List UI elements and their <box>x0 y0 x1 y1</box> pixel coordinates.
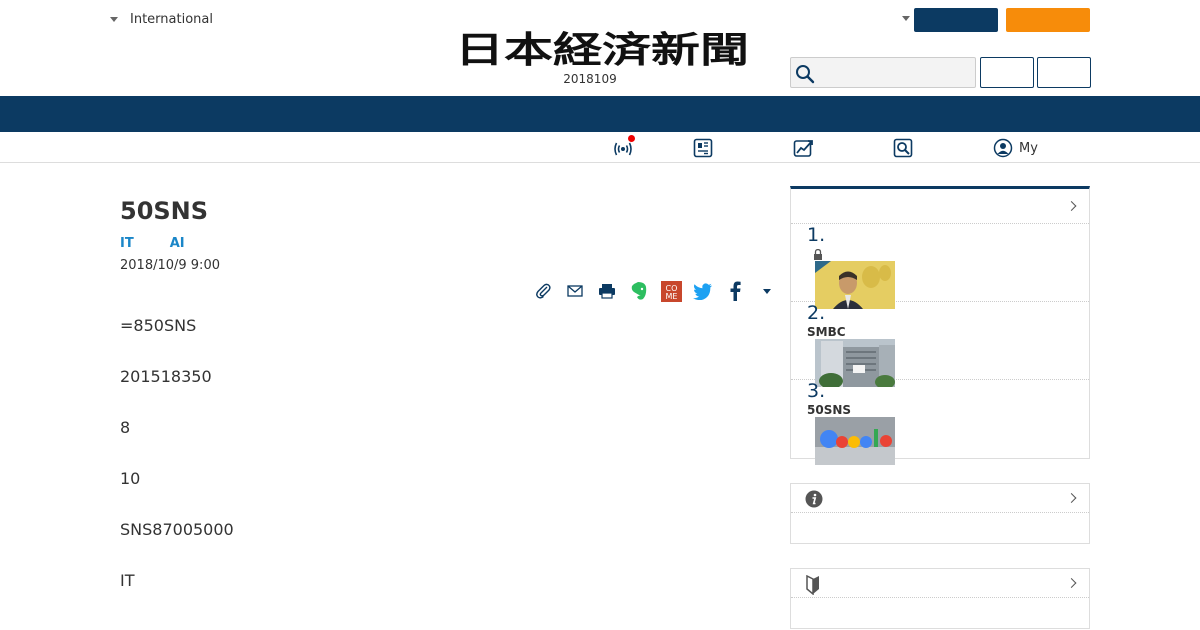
come-label: CO ME <box>665 284 677 301</box>
more-share-button[interactable] <box>751 278 783 304</box>
print-button[interactable] <box>591 278 623 304</box>
search-icon[interactable] <box>795 64 815 84</box>
beginner-mark-icon <box>806 575 819 595</box>
sub-nav-live[interactable] <box>612 135 635 159</box>
article-tags: IT AI <box>120 236 221 251</box>
chart-icon <box>793 140 813 157</box>
user-icon <box>993 138 1013 158</box>
caret-down-icon <box>110 17 118 22</box>
tag-it[interactable]: IT <box>120 236 134 251</box>
paperclip-icon <box>536 283 551 299</box>
printer-icon <box>599 284 615 299</box>
come-button[interactable]: CO ME <box>655 278 687 304</box>
info-box-header[interactable] <box>791 484 1089 513</box>
facebook-share-button[interactable] <box>719 278 751 304</box>
sub-nav-my[interactable]: My <box>993 137 1038 159</box>
beginner-box <box>790 568 1090 629</box>
tag-ai[interactable]: AI <box>170 236 185 251</box>
sub-nav-search[interactable] <box>893 137 913 159</box>
ranking-item[interactable]: 3. 50SNS <box>791 380 1089 465</box>
article-paragraph: 8 <box>120 418 131 437</box>
article-paragraph: IT <box>120 571 135 590</box>
nikkei-logo[interactable]: 日本経済新聞 <box>452 28 752 68</box>
ranking-item[interactable]: 1. <box>791 224 1089 309</box>
mail-icon <box>567 285 583 297</box>
edition-label: International <box>130 12 213 27</box>
caret-down-icon <box>763 288 771 294</box>
info-box <box>790 483 1090 544</box>
sub-nav-paper[interactable] <box>693 137 713 159</box>
login-button[interactable] <box>980 57 1034 88</box>
site-header: International 日本経済新聞 2018109 <box>0 0 1200 96</box>
article-paragraph: =850SNS <box>120 316 197 335</box>
my-label: My <box>1019 140 1038 156</box>
rank-thumbnail-logo-sign[interactable] <box>815 417 895 465</box>
rank-label: 50SNS <box>807 403 852 417</box>
edition-selector[interactable]: International <box>110 12 213 27</box>
share-toolbar: CO ME <box>527 278 783 304</box>
evernote-icon <box>631 282 647 300</box>
caret-down-icon[interactable] <box>902 16 910 21</box>
newspaper-icon <box>693 138 713 158</box>
beginner-box-header[interactable] <box>791 569 1089 598</box>
info-icon <box>805 490 823 508</box>
article-paragraph: 10 <box>120 469 141 488</box>
article-paragraph: SNS87005000 <box>120 520 234 539</box>
ranking-box: 1. 2. SMBC 3. 50SNS <box>790 186 1090 465</box>
search-frame-icon <box>893 138 913 158</box>
twitter-share-button[interactable] <box>687 278 719 304</box>
rank-number: 3. <box>807 380 826 402</box>
mail-share-button[interactable] <box>559 278 591 304</box>
lock-icon <box>814 249 822 260</box>
masthead-text: 日本経済新聞 <box>455 29 749 68</box>
main-nav-bar <box>0 96 1200 132</box>
search-input[interactable] <box>819 62 969 84</box>
ranking-item[interactable]: 2. SMBC <box>791 302 1089 387</box>
subscribe-button[interactable] <box>914 8 998 32</box>
ranking-header[interactable] <box>791 189 1089 224</box>
free-trial-button[interactable] <box>1006 8 1090 32</box>
chevron-right-icon <box>1066 578 1077 588</box>
clip-button[interactable] <box>527 278 559 304</box>
sub-nav: My <box>0 132 1200 163</box>
rank-number: 2. <box>807 302 826 324</box>
article-title: 50SNS <box>120 197 209 225</box>
come-icon: CO ME <box>660 280 682 302</box>
facebook-icon <box>730 281 741 301</box>
sub-nav-markets[interactable] <box>793 137 815 159</box>
chevron-right-icon <box>1066 493 1077 503</box>
evernote-button[interactable] <box>623 278 655 304</box>
article-paragraph: 201518350 <box>120 367 212 386</box>
twitter-icon <box>693 282 712 300</box>
issue-date: 2018109 <box>563 72 617 86</box>
article-date: 2018/10/9 9:00 <box>120 258 220 273</box>
notification-dot <box>628 135 635 142</box>
rank-label: SMBC <box>807 325 846 339</box>
register-button[interactable] <box>1037 57 1091 88</box>
rank-number: 1. <box>807 224 826 246</box>
chevron-right-icon <box>1066 201 1077 211</box>
search-box[interactable] <box>790 57 976 88</box>
